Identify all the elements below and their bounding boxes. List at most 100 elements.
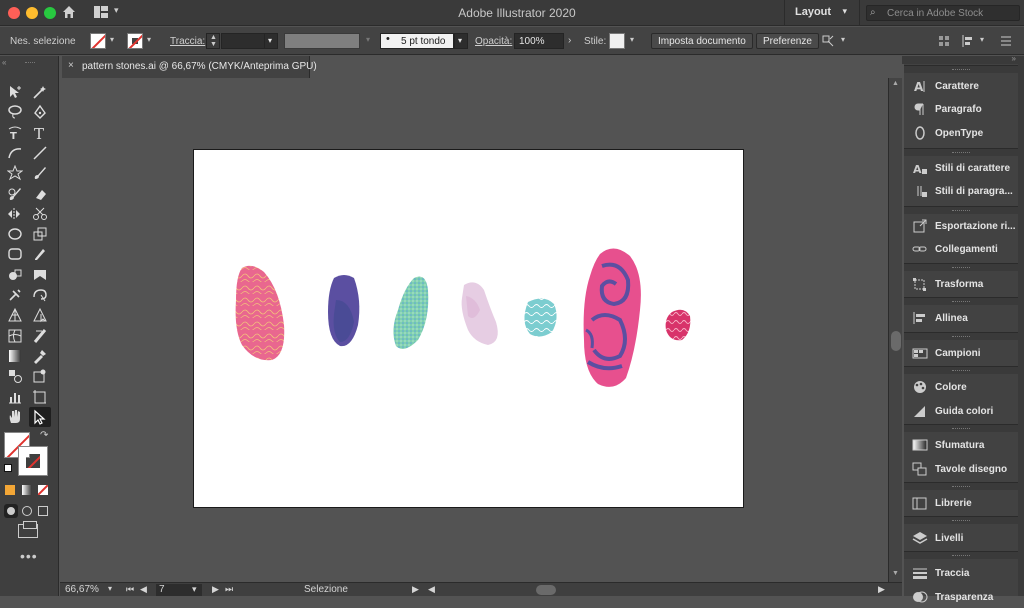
document-tab[interactable]: × pattern stones.ai @ 66,67% (CMYK/Antepr… bbox=[62, 56, 317, 78]
panel-group-grip[interactable] bbox=[904, 482, 1018, 490]
opacity-label[interactable]: Opacità: bbox=[475, 36, 512, 47]
panel-item-transparency[interactable]: Trasparenza bbox=[904, 586, 1018, 608]
first-artboard-icon[interactable]: ⏮ bbox=[126, 584, 134, 595]
chevron-down-icon[interactable]: ▾ bbox=[147, 35, 151, 44]
brush-dropdown[interactable]: ▾ bbox=[454, 33, 468, 49]
stone-large-spiral[interactable] bbox=[583, 248, 641, 387]
perspective-selection-tool-icon[interactable] bbox=[29, 305, 51, 325]
panel-item-color-guide[interactable]: Guida colori bbox=[904, 400, 1018, 422]
eyedropper-tool-icon[interactable] bbox=[29, 346, 51, 366]
panel-group-grip[interactable] bbox=[904, 332, 1018, 340]
align-left-icon[interactable] bbox=[962, 35, 974, 47]
more-tools-icon[interactable]: ••• bbox=[20, 548, 38, 564]
chevron-down-icon[interactable]: ▾ bbox=[192, 584, 197, 595]
scale-tool-icon[interactable] bbox=[29, 224, 51, 244]
chevron-right-icon[interactable]: › bbox=[568, 35, 571, 46]
panel-item-asset-export[interactable]: Esportazione ri... bbox=[904, 215, 1018, 237]
color-mode-icon[interactable] bbox=[5, 485, 15, 495]
panel-group-grip[interactable] bbox=[904, 65, 1018, 73]
live-paint-tool-icon[interactable] bbox=[29, 285, 51, 305]
panel-dock-scrollbar[interactable] bbox=[1018, 56, 1024, 596]
direct-selection-tool-icon[interactable] bbox=[29, 406, 51, 427]
artboard[interactable] bbox=[193, 149, 744, 508]
scissors-tool-icon[interactable] bbox=[29, 204, 51, 224]
panel-group-grip[interactable] bbox=[904, 516, 1018, 524]
document-setup-button[interactable]: Imposta documento bbox=[651, 33, 753, 49]
panel-group-grip[interactable] bbox=[904, 366, 1018, 374]
line-tool-icon[interactable] bbox=[29, 143, 51, 163]
type-tool-icon[interactable]: T bbox=[29, 123, 51, 143]
ellipse-tool-icon[interactable] bbox=[4, 224, 26, 244]
graphic-style-swatch[interactable] bbox=[609, 33, 625, 49]
panel-item-links[interactable]: Collegamenti bbox=[904, 238, 1018, 260]
rounded-rectangle-tool-icon[interactable] bbox=[4, 244, 26, 264]
stock-search-input[interactable]: ⌕ Cerca in Adobe Stock bbox=[866, 5, 1020, 21]
panel-item-paragraph[interactable]: Paragrafo bbox=[904, 98, 1018, 120]
panel-item-swatches[interactable]: Campioni bbox=[904, 342, 1018, 364]
panel-group-grip[interactable] bbox=[904, 424, 1018, 432]
stroke-weight-label[interactable]: Traccia: bbox=[170, 36, 205, 47]
pencil-tool-icon[interactable] bbox=[29, 244, 51, 264]
draw-behind-icon[interactable] bbox=[22, 506, 32, 516]
panel-menu-icon[interactable] bbox=[1000, 35, 1012, 47]
panel-item-align[interactable]: Allinea bbox=[904, 307, 1018, 329]
pen-tool-icon[interactable] bbox=[29, 102, 51, 122]
blob-brush-tool-icon[interactable] bbox=[4, 184, 26, 204]
chevron-down-icon[interactable]: ▾ bbox=[980, 35, 984, 44]
free-transform-tool-icon[interactable] bbox=[29, 265, 51, 285]
scroll-left-icon[interactable]: ◀ bbox=[428, 584, 435, 595]
gradient-mode-icon[interactable] bbox=[22, 485, 32, 495]
panel-item-color[interactable]: Colore bbox=[904, 376, 1018, 398]
horizontal-scroll-thumb[interactable] bbox=[536, 585, 556, 595]
fill-swatch[interactable] bbox=[90, 33, 106, 49]
panel-item-character-styles[interactable]: A Stili di carattere bbox=[904, 157, 1018, 179]
magic-wand-tool-icon[interactable] bbox=[29, 82, 51, 102]
type-on-path-tool-icon[interactable]: T bbox=[4, 123, 26, 143]
last-artboard-icon[interactable]: ⏭ bbox=[225, 584, 233, 595]
panel-item-character[interactable]: A Carattere bbox=[904, 75, 1018, 97]
stroke-swatch[interactable] bbox=[127, 33, 143, 49]
panel-item-libraries[interactable]: Librerie bbox=[904, 492, 1018, 514]
chevron-down-icon[interactable]: ▾ bbox=[841, 35, 845, 44]
puppet-warp-tool-icon[interactable] bbox=[4, 285, 26, 305]
opacity-field[interactable]: 100% bbox=[514, 33, 564, 49]
panel-group-grip[interactable] bbox=[904, 551, 1018, 559]
slice-tool-icon[interactable] bbox=[29, 326, 51, 346]
vertical-scrollbar[interactable]: ▲ ▼ bbox=[888, 78, 902, 582]
stone-small-red[interactable] bbox=[665, 309, 691, 341]
preferences-button[interactable]: Preferenze bbox=[756, 33, 819, 49]
symbol-sprayer-tool-icon[interactable] bbox=[29, 366, 51, 386]
none-mode-icon[interactable] bbox=[38, 485, 48, 495]
stone-lilac[interactable] bbox=[461, 282, 498, 345]
close-icon[interactable]: × bbox=[68, 60, 74, 71]
selection-tool-icon[interactable] bbox=[4, 82, 26, 102]
next-artboard-icon[interactable]: ▶ bbox=[212, 584, 219, 595]
stroke-weight-stepper[interactable]: ▲ ▼ bbox=[206, 33, 220, 49]
default-fill-stroke-icon[interactable] bbox=[4, 464, 12, 472]
panel-item-paragraph-styles[interactable]: Stili di paragra... bbox=[904, 180, 1018, 202]
stone-green-dots[interactable] bbox=[393, 276, 429, 349]
vertical-scroll-thumb[interactable] bbox=[891, 331, 901, 351]
swap-fill-stroke-icon[interactable]: ↷ bbox=[40, 430, 48, 441]
stone-pink-lines[interactable] bbox=[235, 265, 285, 361]
brush-definition-field[interactable]: • 5 pt tondo bbox=[380, 33, 454, 49]
chevron-down-icon[interactable]: ▾ bbox=[630, 35, 634, 44]
panel-group-grip[interactable] bbox=[904, 297, 1018, 305]
align-to-icon[interactable] bbox=[938, 35, 950, 47]
mesh-tool-icon[interactable] bbox=[4, 326, 26, 346]
panel-group-grip[interactable] bbox=[904, 206, 1018, 214]
column-graph-tool-icon[interactable] bbox=[4, 387, 26, 407]
chevron-down-icon[interactable]: ▾ bbox=[110, 35, 114, 44]
panel-group-grip[interactable] bbox=[904, 148, 1018, 156]
hand-tool-icon[interactable] bbox=[4, 407, 26, 427]
reflect-tool-icon[interactable] bbox=[4, 204, 26, 224]
star-tool-icon[interactable] bbox=[4, 163, 26, 183]
chevron-down-icon[interactable]: ▾ bbox=[108, 584, 112, 593]
blend-tool-icon[interactable] bbox=[4, 366, 26, 386]
eraser-tool-icon[interactable] bbox=[29, 184, 51, 204]
lasso-tool-icon[interactable] bbox=[4, 102, 26, 122]
panel-item-opentype[interactable]: OpenType bbox=[904, 122, 1018, 144]
stone-teal[interactable] bbox=[524, 298, 557, 337]
status-mode[interactable]: Selezione bbox=[304, 584, 348, 595]
stone-purple[interactable] bbox=[328, 275, 360, 347]
